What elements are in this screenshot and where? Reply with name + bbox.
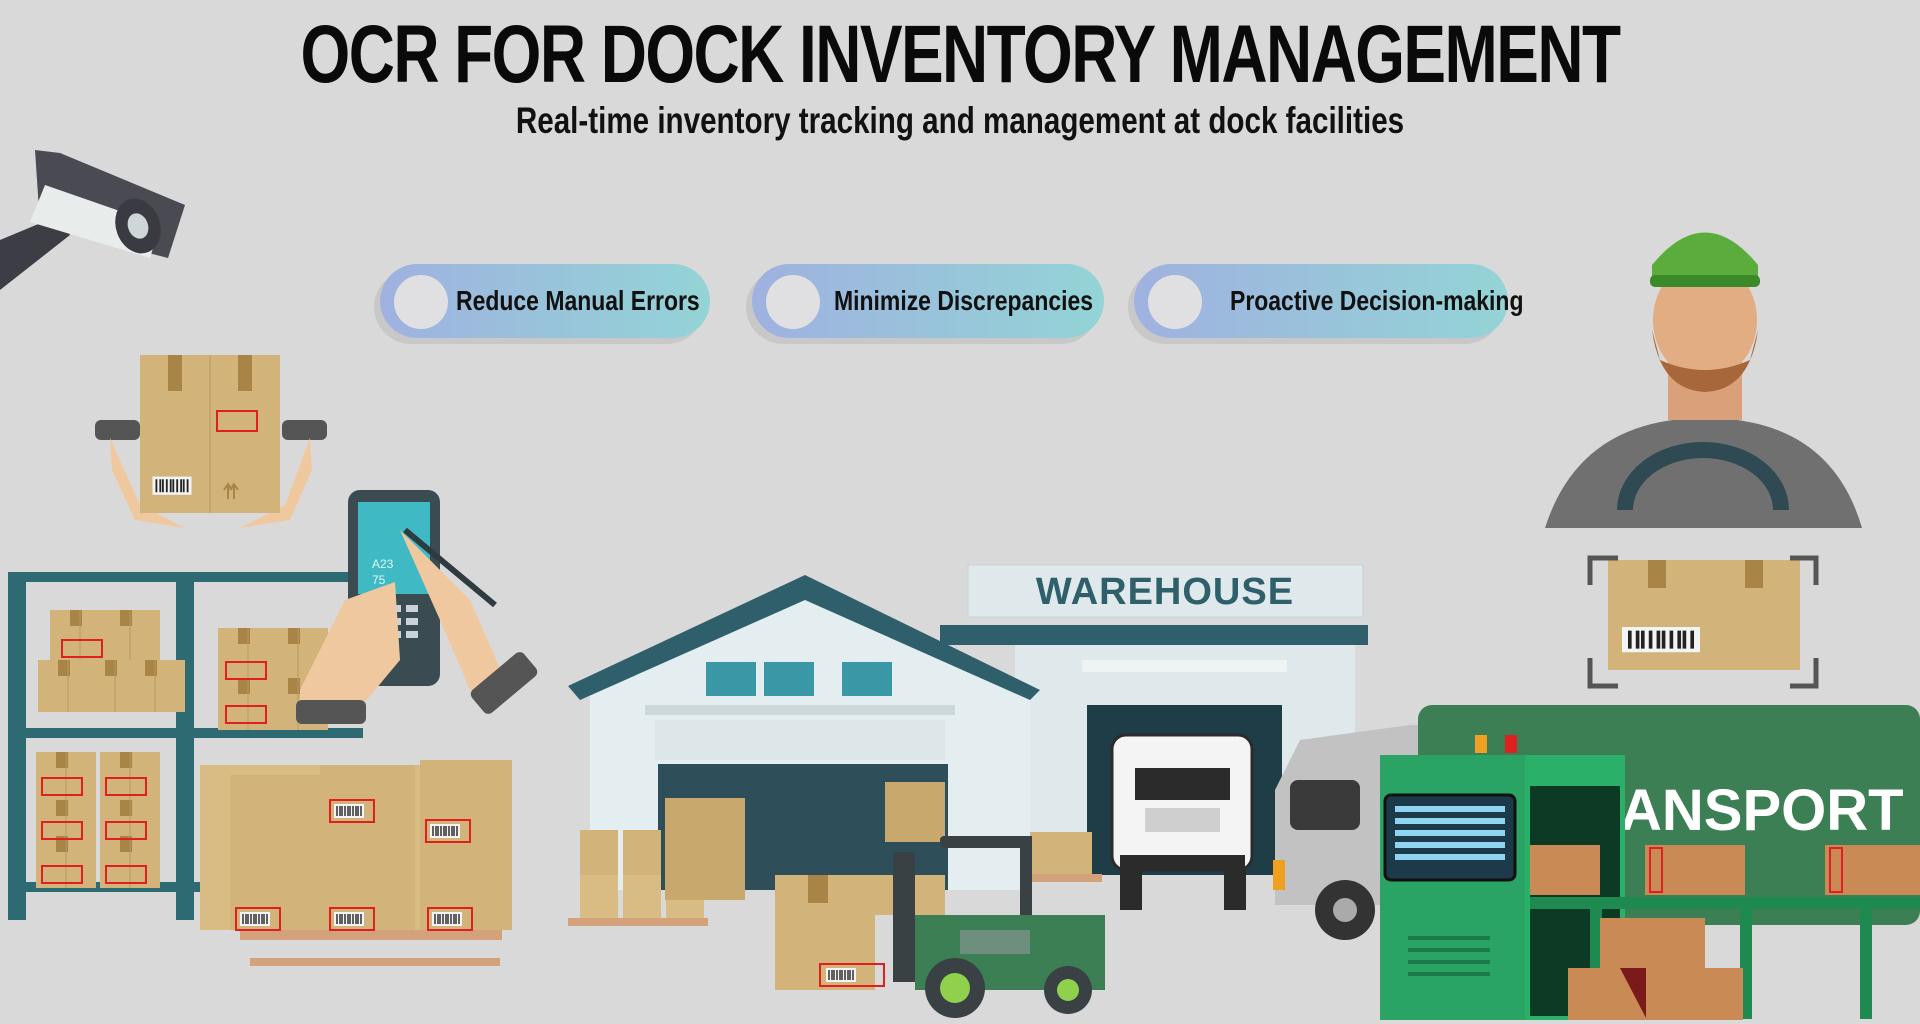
security-camera-icon <box>0 150 185 290</box>
scanner-screen-line1: A23 <box>372 557 394 571</box>
worker-icon <box>1545 232 1862 528</box>
transport-sign: ANSPORT <box>1620 778 1904 843</box>
truck-icon <box>1110 733 1254 910</box>
dock-scene-illustration: A23 75 WAREHOUSE ANSPORT <box>0 150 1920 1020</box>
pallet-boxes-icon <box>200 760 512 966</box>
scanned-box-icon <box>1587 555 1819 689</box>
hands-holding-box-icon <box>95 355 327 528</box>
scanner-screen-line2: 75 <box>372 573 386 587</box>
warehouse-sign: WAREHOUSE <box>1036 571 1294 613</box>
handheld-scanner-icon: A23 75 <box>296 490 538 724</box>
